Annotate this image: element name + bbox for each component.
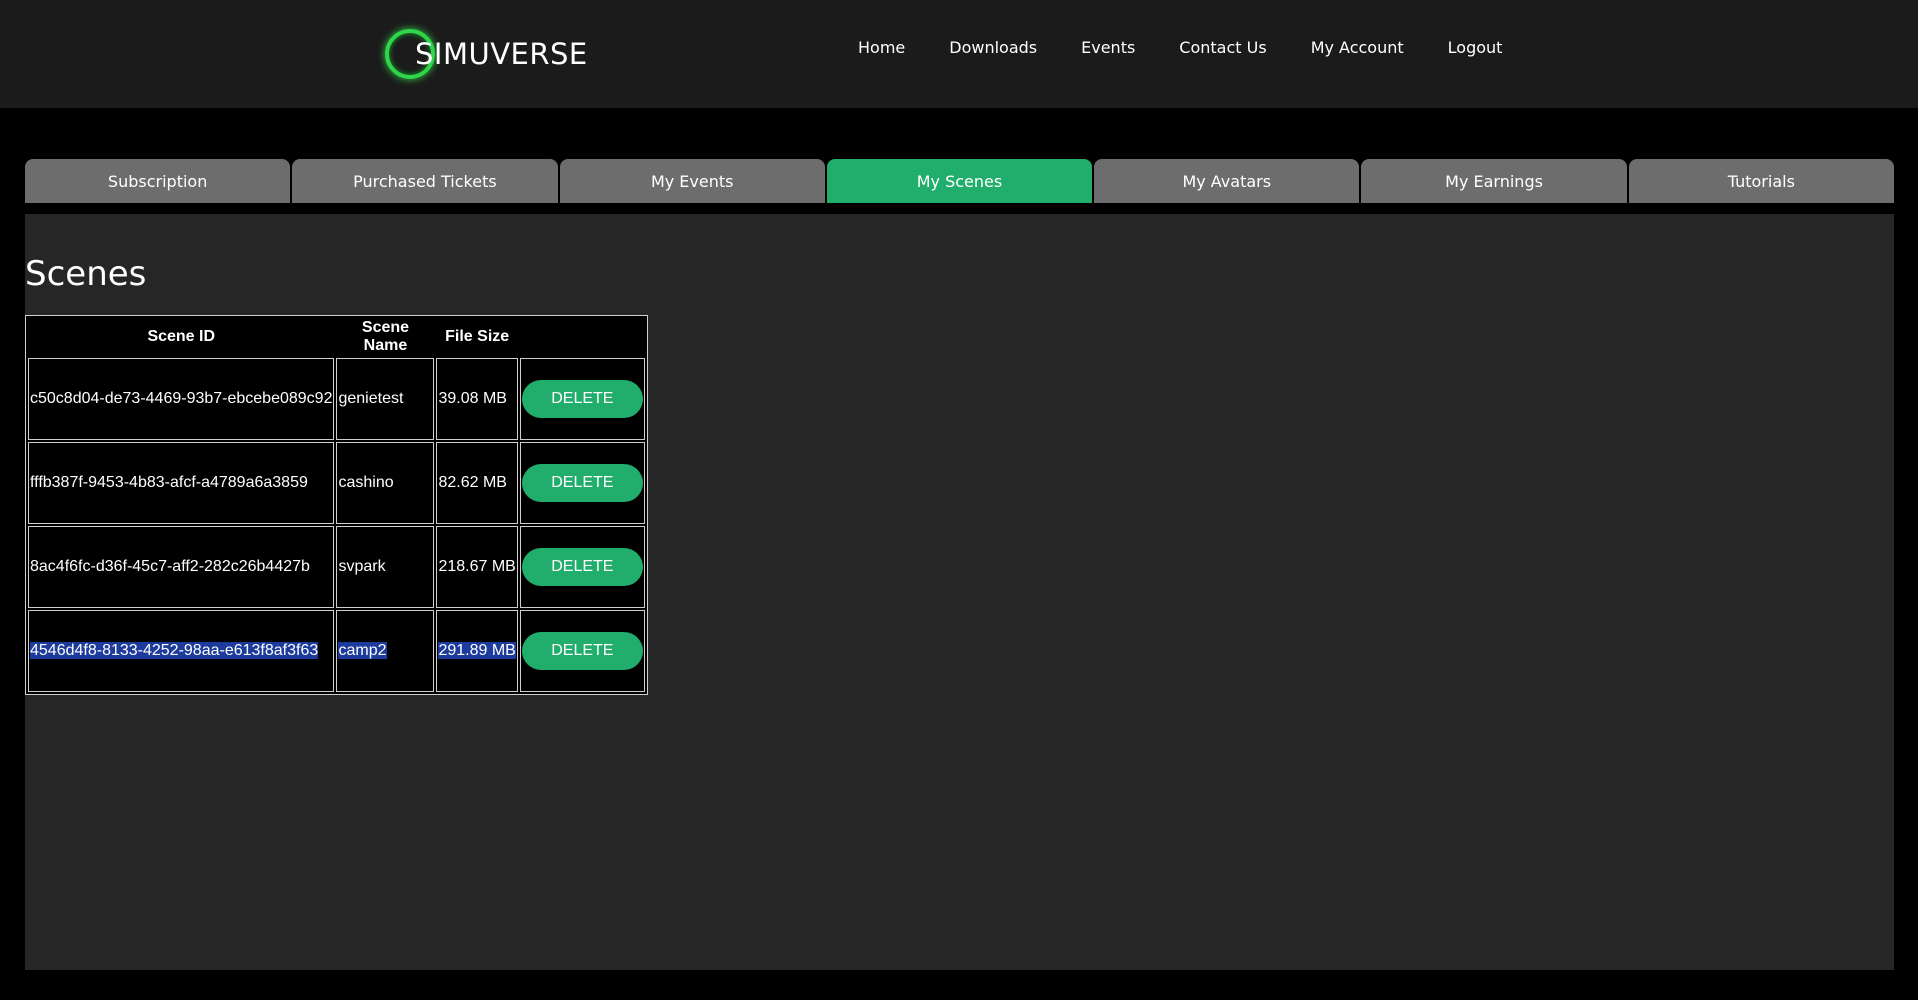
scene-name-cell[interactable]: svpark: [336, 526, 435, 608]
table-row: 8ac4f6fc-d36f-45c7-aff2-282c26b4427b svp…: [28, 526, 645, 608]
content-panel: Scenes Scene ID Scene Name File Size c50…: [25, 214, 1894, 970]
scene-name-cell[interactable]: camp2: [336, 610, 435, 692]
file-size-cell[interactable]: 82.62 MB: [436, 442, 518, 524]
delete-button[interactable]: DELETE: [521, 548, 643, 586]
scene-id-cell[interactable]: 8ac4f6fc-d36f-45c7-aff2-282c26b4427b: [28, 526, 335, 608]
delete-button[interactable]: DELETE: [521, 380, 643, 418]
table-row-selected: 4546d4f8-8133-4252-98aa-e613f8af3f63 cam…: [28, 610, 645, 692]
scene-id-cell[interactable]: c50c8d04-de73-4469-93b7-ebcebe089c92: [28, 358, 335, 440]
action-cell: DELETE: [519, 442, 645, 524]
scene-id-cell[interactable]: fffb387f-9453-4b83-afcf-a4789a6a3859: [28, 442, 335, 524]
header-scene-name: Scene Name: [361, 319, 410, 354]
file-size-cell[interactable]: 291.89 MB: [436, 610, 518, 692]
table-row: fffb387f-9453-4b83-afcf-a4789a6a3859 cas…: [28, 442, 645, 524]
tab-my-events[interactable]: My Events: [559, 159, 825, 203]
nav-my-account[interactable]: My Account: [1311, 36, 1404, 60]
nav-events[interactable]: Events: [1081, 36, 1135, 60]
action-cell: DELETE: [519, 358, 645, 440]
scene-name-cell[interactable]: cashino: [336, 442, 435, 524]
selected-text: camp2: [338, 642, 387, 659]
tab-my-avatars[interactable]: My Avatars: [1094, 159, 1360, 203]
scene-name-cell[interactable]: genietest: [336, 358, 435, 440]
simuverse-logo[interactable]: SIMUVERSE: [385, 24, 588, 84]
site-header: SIMUVERSE Home Downloads Events Contact …: [0, 0, 1918, 108]
file-size-cell[interactable]: 218.67 MB: [436, 526, 518, 608]
action-cell: DELETE: [519, 610, 645, 692]
tab-purchased-tickets[interactable]: Purchased Tickets: [292, 159, 558, 203]
logo-text: SIMUVERSE: [415, 37, 588, 71]
tab-my-scenes[interactable]: My Scenes: [826, 159, 1093, 203]
file-size-cell[interactable]: 39.08 MB: [436, 358, 518, 440]
scenes-table: Scene ID Scene Name File Size c50c8d04-d…: [25, 315, 648, 695]
table-row: c50c8d04-de73-4469-93b7-ebcebe089c92 gen…: [28, 358, 645, 440]
delete-button[interactable]: DELETE: [521, 632, 643, 670]
nav-logout[interactable]: Logout: [1448, 36, 1503, 60]
nav-home[interactable]: Home: [858, 36, 905, 60]
table-header-row: Scene ID Scene Name File Size: [28, 318, 645, 356]
tab-tutorials[interactable]: Tutorials: [1628, 159, 1894, 203]
page-title: Scenes: [25, 254, 147, 294]
top-nav: Home Downloads Events Contact Us My Acco…: [858, 36, 1502, 60]
nav-contact-us[interactable]: Contact Us: [1179, 36, 1266, 60]
tab-my-earnings[interactable]: My Earnings: [1361, 159, 1627, 203]
scene-id-cell[interactable]: 4546d4f8-8133-4252-98aa-e613f8af3f63: [28, 610, 335, 692]
header-scene-id: Scene ID: [147, 328, 216, 345]
tab-subscription[interactable]: Subscription: [25, 159, 291, 203]
account-tabs: Subscription Purchased Tickets My Events…: [25, 159, 1894, 203]
action-cell: DELETE: [519, 526, 645, 608]
delete-button[interactable]: DELETE: [521, 464, 643, 502]
header-action: [520, 318, 645, 356]
selected-text: 291.89 MB: [438, 642, 516, 659]
header-file-size: File Size: [445, 328, 510, 345]
selected-text: 4546d4f8-8133-4252-98aa-e613f8af3f63: [30, 642, 319, 659]
nav-downloads[interactable]: Downloads: [949, 36, 1037, 60]
